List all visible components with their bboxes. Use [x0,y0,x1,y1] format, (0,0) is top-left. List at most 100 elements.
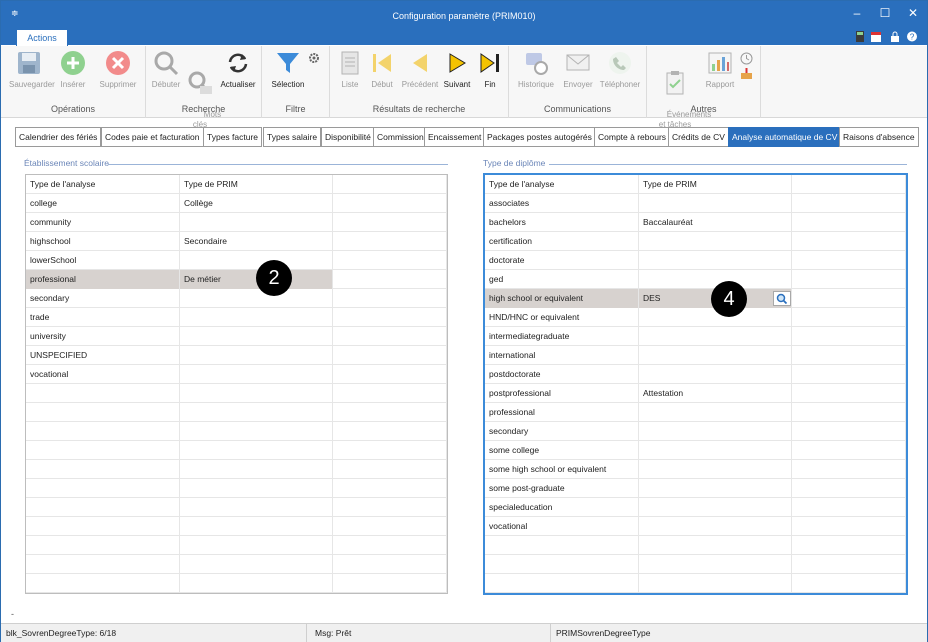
empty-cell[interactable] [333,346,447,365]
table-row[interactable] [26,384,447,403]
maximize-button[interactable]: ☐ [871,5,899,23]
lock-icon[interactable] [890,31,900,42]
analysis-type-cell[interactable]: bachelors [485,213,639,232]
refresh-button[interactable]: Actualiser [216,50,260,90]
analysis-type-cell[interactable]: certification [485,232,639,251]
table-row[interactable] [26,555,447,574]
table-row[interactable] [26,422,447,441]
first-button[interactable]: Début [366,50,398,90]
analysis-type-cell[interactable] [26,384,180,403]
prim-type-cell[interactable] [639,479,792,498]
empty-cell[interactable] [333,194,447,213]
prim-type-cell[interactable] [180,517,333,536]
list-button[interactable]: Liste [336,50,364,90]
empty-cell[interactable] [792,232,906,251]
prim-type-cell[interactable] [180,403,333,422]
analysis-type-cell[interactable]: ged [485,270,639,289]
empty-cell[interactable] [333,536,447,555]
tab-types-salaire[interactable]: Types salaire [263,127,322,147]
table-row[interactable] [485,536,906,555]
minimize-button[interactable]: – [843,5,871,23]
analysis-type-cell[interactable]: secondary [26,289,180,308]
prim-type-cell[interactable] [639,365,792,384]
help-icon[interactable]: ? [907,31,917,42]
analysis-type-cell[interactable]: HND/HNC or equivalent [485,308,639,327]
prim-type-cell[interactable] [180,574,333,593]
prim-type-cell[interactable] [639,517,792,536]
analysis-type-cell[interactable]: vocational [26,365,180,384]
table-row[interactable]: some post-graduate [485,479,906,498]
empty-cell[interactable] [333,555,447,574]
close-button[interactable]: ✕ [899,5,927,23]
calendar-icon[interactable] [871,31,881,42]
empty-cell[interactable] [792,536,906,555]
empty-cell[interactable] [333,327,447,346]
prim-type-cell[interactable] [639,574,792,593]
tab-types-facture[interactable]: Types facture [203,127,263,147]
analysis-type-cell[interactable]: community [26,213,180,232]
table-row[interactable]: some college [485,441,906,460]
table-row[interactable]: postprofessional Attestation [485,384,906,403]
tab-encaissement[interactable]: Encaissement [424,127,486,147]
empty-cell[interactable] [333,213,447,232]
table-row[interactable]: UNSPECIFIED [26,346,447,365]
next-button[interactable]: Suivant [440,50,474,90]
empty-cell[interactable] [792,270,906,289]
empty-cell[interactable] [792,403,906,422]
tab-calendrier-feries[interactable]: Calendrier des fériés [15,127,102,147]
empty-cell[interactable] [792,384,906,403]
analysis-type-cell[interactable]: some college [485,441,639,460]
analysis-type-cell[interactable] [485,536,639,555]
table-row[interactable] [26,403,447,422]
prim-type-cell[interactable] [180,555,333,574]
table-row[interactable]: college Collège [26,194,447,213]
analysis-type-cell[interactable] [26,536,180,555]
table-row[interactable]: highschool Secondaire [26,232,447,251]
prim-type-cell[interactable] [180,327,333,346]
table-row[interactable] [26,536,447,555]
table-row[interactable] [26,479,447,498]
left-grid[interactable]: Type de l'analyse Type de PRIM college Coll… [25,174,448,594]
analysis-type-cell[interactable]: doctorate [485,251,639,270]
prim-type-cell[interactable]: Attestation [639,384,792,403]
delete-button[interactable]: Supprimer [95,50,141,90]
table-row[interactable]: professional [485,403,906,422]
empty-cell[interactable] [792,213,906,232]
empty-cell[interactable] [792,441,906,460]
analysis-type-cell[interactable]: UNSPECIFIED [26,346,180,365]
table-row[interactable]: community [26,213,447,232]
analysis-type-cell[interactable] [26,555,180,574]
tab-commission[interactable]: Commission [373,127,428,147]
calculator-icon[interactable] [855,31,865,42]
analysis-type-cell[interactable]: intermediategraduate [485,327,639,346]
tab-disponibilite[interactable]: Disponibilité [321,127,375,147]
empty-cell[interactable] [792,346,906,365]
prim-type-cell[interactable] [180,365,333,384]
empty-cell[interactable] [333,460,447,479]
empty-cell[interactable] [333,270,447,289]
history-button[interactable]: Historique [513,50,559,90]
empty-cell[interactable] [333,384,447,403]
analysis-type-cell[interactable]: international [485,346,639,365]
prim-type-cell[interactable] [639,346,792,365]
analysis-type-cell[interactable] [26,422,180,441]
empty-cell[interactable] [792,517,906,536]
prim-type-cell[interactable] [180,251,333,270]
analysis-type-cell[interactable]: some high school or equivalent [485,460,639,479]
table-row[interactable] [26,460,447,479]
table-row[interactable] [485,555,906,574]
analysis-type-cell[interactable] [26,441,180,460]
table-row[interactable]: some high school or equivalent [485,460,906,479]
empty-cell[interactable] [792,194,906,213]
empty-cell[interactable] [333,365,447,384]
analysis-type-cell[interactable] [26,460,180,479]
empty-cell[interactable] [792,308,906,327]
table-row[interactable]: intermediategraduate [485,327,906,346]
analysis-type-cell[interactable]: vocational [485,517,639,536]
prim-type-cell[interactable] [639,251,792,270]
prim-type-cell[interactable] [639,441,792,460]
prim-type-cell[interactable]: Collège [180,194,333,213]
table-row[interactable]: trade [26,308,447,327]
empty-cell[interactable] [792,460,906,479]
prim-type-cell[interactable] [639,555,792,574]
